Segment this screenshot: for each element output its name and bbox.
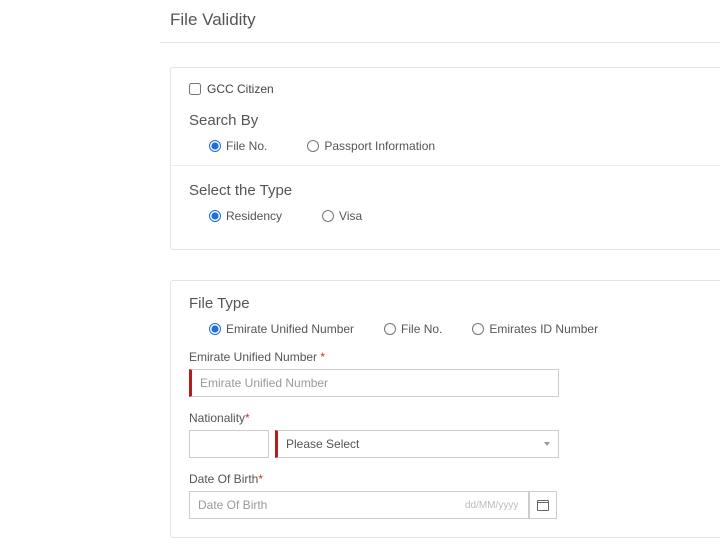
dob-input[interactable] <box>189 491 529 519</box>
file-type-radio-file-no[interactable] <box>384 323 396 335</box>
file-type-label-file-no: File No. <box>401 322 442 336</box>
nationality-required-mark: * <box>245 411 250 425</box>
file-type-label-eun: Emirate Unified Number <box>226 322 354 336</box>
search-by-label-passport: Passport Information <box>324 139 435 153</box>
file-type-label-eid: Emirates ID Number <box>489 322 598 336</box>
select-type-option-visa[interactable]: Visa <box>322 209 362 223</box>
select-type-label-visa: Visa <box>339 209 362 223</box>
gcc-citizen-label[interactable]: GCC Citizen <box>207 82 274 96</box>
nationality-select-value: Please Select <box>286 437 359 451</box>
select-type-options: Residency Visa <box>189 209 702 223</box>
search-by-radio-file-no[interactable] <box>209 140 221 152</box>
eun-required-mark: * <box>320 350 325 364</box>
file-type-radio-eun[interactable] <box>209 323 221 335</box>
select-type-option-residency[interactable]: Residency <box>209 209 282 223</box>
select-type-radio-visa[interactable] <box>322 210 334 222</box>
title-divider <box>160 42 720 43</box>
nationality-select[interactable]: Please Select <box>275 430 559 458</box>
search-by-heading: Search By <box>189 112 702 129</box>
search-by-option-passport[interactable]: Passport Information <box>307 139 435 153</box>
file-type-option-eun[interactable]: Emirate Unified Number <box>209 322 354 336</box>
file-type-panel: File Type Emirate Unified Number File No… <box>170 280 720 538</box>
select-type-heading: Select the Type <box>189 182 702 199</box>
search-by-options: File No. Passport Information <box>189 139 702 153</box>
file-type-heading: File Type <box>189 295 702 312</box>
search-panel: GCC Citizen Search By File No. Passport … <box>170 67 720 250</box>
search-by-radio-passport[interactable] <box>307 140 319 152</box>
eun-label: Emirate Unified Number * <box>189 350 702 364</box>
file-type-option-eid[interactable]: Emirates ID Number <box>472 322 598 336</box>
page-title: File Validity <box>170 10 720 30</box>
calendar-icon <box>537 499 549 511</box>
panel-divider <box>171 165 720 166</box>
search-by-label-file-no: File No. <box>226 139 267 153</box>
eun-input[interactable] <box>189 369 559 397</box>
dob-label: Date Of Birth* <box>189 472 702 486</box>
file-type-options: Emirate Unified Number File No. Emirates… <box>189 322 702 336</box>
file-type-radio-eid[interactable] <box>472 323 484 335</box>
gcc-citizen-checkbox[interactable] <box>189 83 201 95</box>
dob-required-mark: * <box>258 472 263 486</box>
dob-calendar-button[interactable] <box>529 491 557 519</box>
select-type-radio-residency[interactable] <box>209 210 221 222</box>
search-by-option-file-no[interactable]: File No. <box>209 139 267 153</box>
chevron-down-icon <box>544 442 550 446</box>
nationality-code-input[interactable] <box>189 430 269 458</box>
select-type-label-residency: Residency <box>226 209 282 223</box>
nationality-label: Nationality* <box>189 411 702 425</box>
file-type-option-file-no[interactable]: File No. <box>384 322 442 336</box>
